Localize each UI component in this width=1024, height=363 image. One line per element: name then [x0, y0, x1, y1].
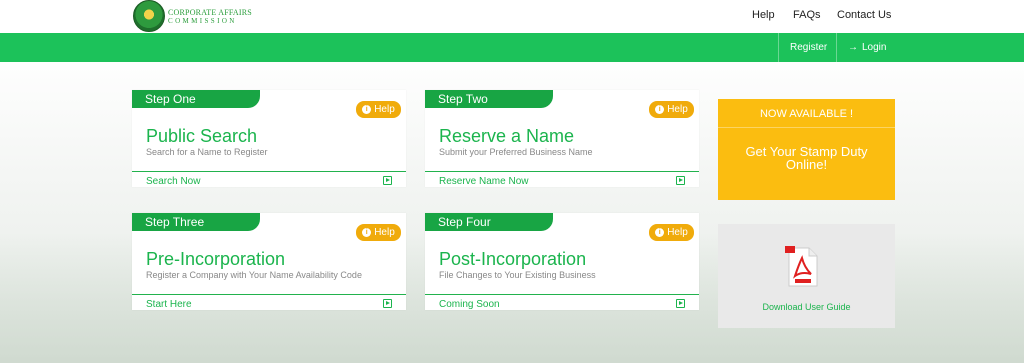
nav-divider: [836, 33, 837, 62]
info-icon: i: [362, 228, 372, 237]
divider: [425, 294, 699, 295]
card-title: Post-Incorporation: [439, 249, 587, 269]
promo-heading: NOW AVAILABLE !: [718, 99, 895, 128]
help-label: Help: [667, 104, 688, 115]
arrow-right-icon[interactable]: [676, 176, 685, 185]
help-label: Help: [667, 227, 688, 238]
card-subtitle: Submit your Preferred Business Name: [439, 147, 593, 157]
logo-line2: COMMISSION: [168, 16, 237, 25]
promo-line2: Online!: [785, 157, 828, 172]
divider: [425, 171, 699, 172]
step-label: Step Four: [425, 213, 553, 231]
coat-of-arms-icon: [133, 0, 165, 32]
info-icon: i: [655, 105, 665, 114]
card-public-search: Step One i Help Public Search Search for …: [132, 90, 406, 187]
nav-contact-link[interactable]: Contact Us: [837, 9, 891, 21]
nav-faqs-link[interactable]: FAQs: [793, 9, 821, 21]
search-now-link[interactable]: Search Now: [146, 176, 200, 187]
help-button[interactable]: i Help: [649, 224, 694, 241]
card-subtitle: Register a Company with Your Name Availa…: [146, 270, 362, 280]
help-button[interactable]: i Help: [356, 224, 401, 241]
card-title: Reserve a Name: [439, 126, 575, 146]
step-label: Step Two: [425, 90, 553, 108]
login-label: Login: [862, 42, 887, 53]
card-post-incorporation: Step Four i Help Post-Incorporation File …: [425, 213, 699, 310]
help-label: Help: [374, 227, 395, 238]
logo-line1: CORPORATE AFFAIRS: [168, 7, 252, 17]
logo[interactable]: CORPORATE AFFAIRS COMMISSION: [133, 0, 252, 33]
step-label: Step Three: [132, 213, 260, 231]
info-icon: i: [362, 105, 372, 114]
step-label: Step One: [132, 90, 260, 108]
login-link[interactable]: → Login: [848, 42, 886, 53]
reserve-name-now-link[interactable]: Reserve Name Now: [439, 176, 528, 187]
promo-text: Get Your Stamp Duty Online!: [718, 145, 895, 171]
register-link[interactable]: Register: [790, 42, 827, 53]
arrow-right-icon[interactable]: [383, 176, 392, 185]
pdf-icon[interactable]: [785, 246, 819, 288]
help-button[interactable]: i Help: [356, 101, 401, 118]
stamp-duty-promo[interactable]: NOW AVAILABLE ! Get Your Stamp Duty Onli…: [718, 99, 895, 200]
download-user-guide-link[interactable]: Download User Guide: [718, 302, 895, 312]
coming-soon-link[interactable]: Coming Soon: [439, 299, 500, 310]
info-icon: i: [655, 228, 665, 237]
start-here-link[interactable]: Start Here: [146, 299, 192, 310]
login-icon: →: [848, 42, 858, 53]
divider: [132, 171, 406, 172]
card-subtitle: Search for a Name to Register: [146, 147, 268, 157]
card-title: Pre-Incorporation: [146, 249, 286, 269]
card-title: Public Search: [146, 126, 258, 146]
card-pre-incorporation: Step Three i Help Pre-Incorporation Regis…: [132, 213, 406, 310]
card-reserve-name: Step Two i Help Reserve a Name Submit you…: [425, 90, 699, 187]
nav-divider: [778, 33, 779, 62]
divider: [132, 294, 406, 295]
card-subtitle: File Changes to Your Existing Business: [439, 270, 596, 280]
help-label: Help: [374, 104, 395, 115]
nav-help-link[interactable]: Help: [752, 9, 775, 21]
top-header: CORPORATE AFFAIRS COMMISSION Help FAQs C…: [0, 0, 1024, 33]
arrow-right-icon[interactable]: [383, 299, 392, 308]
arrow-right-icon[interactable]: [676, 299, 685, 308]
green-nav-bar: Register → Login: [0, 33, 1024, 62]
help-button[interactable]: i Help: [649, 101, 694, 118]
